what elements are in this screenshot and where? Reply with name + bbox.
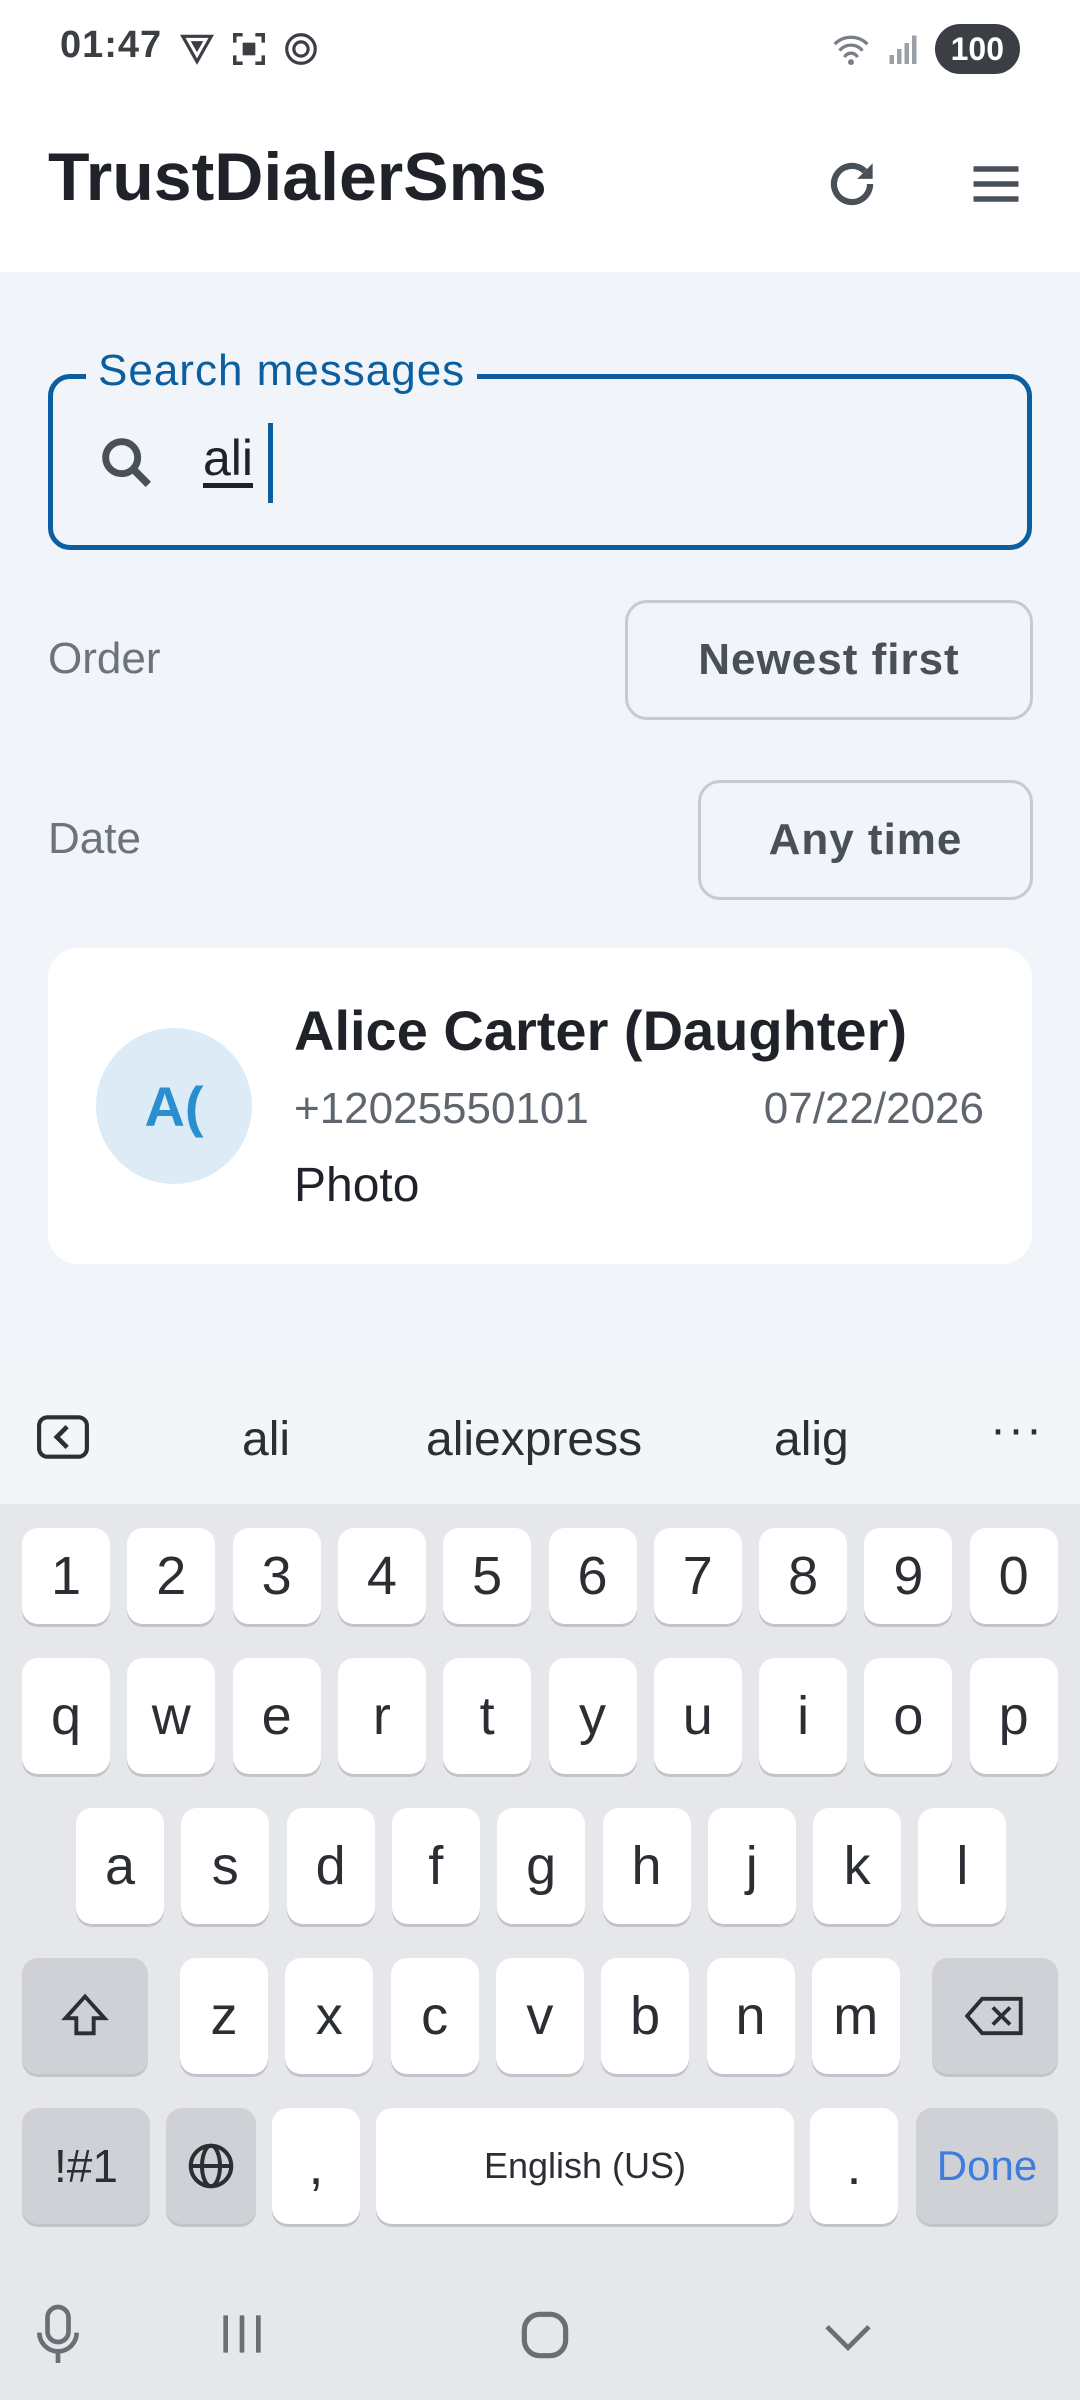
status-bar: 01:47 100 <box>0 0 1080 96</box>
hamburger-menu-icon <box>973 166 1019 202</box>
message-result-card[interactable]: A( Alice Carter (Daughter) +12025550101 … <box>48 948 1032 1264</box>
key-u[interactable]: u <box>653 1658 742 1774</box>
key-4[interactable]: 4 <box>337 1528 426 1624</box>
keyboard: ali aliexpress alig ··· 1234567890qwerty… <box>0 1372 1080 2400</box>
search-input[interactable]: ali <box>48 374 1032 550</box>
shift-icon <box>61 1993 109 2036</box>
order-label: Order <box>48 634 161 683</box>
key-c[interactable]: c <box>390 1958 479 2074</box>
key-9[interactable]: 9 <box>864 1528 953 1624</box>
status-time: 01:47 <box>60 24 163 66</box>
contact-name: Alice Carter (Daughter) <box>294 999 908 1062</box>
key-i[interactable]: i <box>759 1658 848 1774</box>
key-v[interactable]: v <box>495 1958 584 2074</box>
key-0[interactable]: 0 <box>969 1528 1058 1624</box>
keyboard-collapse-icon[interactable] <box>36 1414 90 1460</box>
symbols-key[interactable]: !#1 <box>22 2108 150 2224</box>
key-3[interactable]: 3 <box>232 1528 321 1624</box>
key-h[interactable]: h <box>602 1808 691 1924</box>
key-5[interactable]: 5 <box>443 1528 532 1624</box>
recent-apps-icon[interactable] <box>214 2306 270 2362</box>
search-icon <box>102 438 151 487</box>
openai-icon <box>285 33 317 65</box>
language-key[interactable] <box>166 2108 256 2224</box>
avatar: A( <box>96 1028 252 1184</box>
key-b[interactable]: b <box>601 1958 690 2074</box>
navigation-bar <box>0 2270 1080 2400</box>
back-chevron-icon[interactable] <box>818 2308 878 2364</box>
microphone-icon[interactable] <box>30 2302 86 2368</box>
shift-key[interactable] <box>22 1958 148 2074</box>
key-t[interactable]: t <box>443 1658 532 1774</box>
search-input-value[interactable]: ali <box>203 429 253 487</box>
search-label: Search messages <box>86 346 478 396</box>
refresh-icon <box>830 162 874 206</box>
globe-icon <box>188 2143 234 2189</box>
key-z[interactable]: z <box>180 1958 268 2074</box>
period-key[interactable]: . <box>810 2108 898 2224</box>
status-right: 100 <box>831 24 1020 74</box>
key-n[interactable]: n <box>706 1958 795 2074</box>
refresh-button[interactable] <box>810 142 894 226</box>
key-f[interactable]: f <box>391 1808 480 1924</box>
key-1[interactable]: 1 <box>22 1528 110 1624</box>
key-s[interactable]: s <box>181 1808 270 1924</box>
key-y[interactable]: y <box>548 1658 637 1774</box>
vpn-shield-icon <box>180 34 214 65</box>
order-button[interactable]: Newest first <box>625 600 1033 720</box>
key-g[interactable]: g <box>497 1808 586 1924</box>
menu-button[interactable] <box>954 142 1038 226</box>
date-filter-button[interactable]: Any time <box>698 780 1033 900</box>
space-key[interactable]: English (US) <box>376 2108 794 2224</box>
home-icon[interactable] <box>514 2304 576 2366</box>
key-r[interactable]: r <box>337 1658 426 1774</box>
text-caret <box>268 423 273 503</box>
key-2[interactable]: 2 <box>127 1528 216 1624</box>
done-key[interactable]: Done <box>916 2108 1058 2224</box>
key-o[interactable]: o <box>864 1658 953 1774</box>
key-k[interactable]: k <box>813 1808 902 1924</box>
suggestion-bar: ali aliexpress alig ··· <box>0 1372 1080 1504</box>
suggestion-1[interactable]: ali <box>242 1412 290 1467</box>
key-j[interactable]: j <box>707 1808 796 1924</box>
app-bar: TrustDialerSms <box>0 96 1080 272</box>
key-8[interactable]: 8 <box>759 1528 848 1624</box>
message-date: 07/22/2026 <box>763 1084 984 1133</box>
key-7[interactable]: 7 <box>653 1528 742 1624</box>
key-6[interactable]: 6 <box>548 1528 637 1624</box>
key-m[interactable]: m <box>811 1958 900 2074</box>
contact-phone: +12025550101 <box>294 1084 589 1133</box>
key-p[interactable]: p <box>969 1658 1058 1774</box>
comma-key[interactable]: , <box>272 2108 360 2224</box>
suggestion-3[interactable]: alig <box>774 1412 849 1467</box>
suggestion-2[interactable]: aliexpress <box>426 1412 642 1467</box>
status-left-icons <box>178 30 320 68</box>
backspace-icon <box>965 1996 1023 2036</box>
date-label: Date <box>48 814 141 863</box>
key-x[interactable]: x <box>285 1958 374 2074</box>
battery-indicator: 100 <box>934 24 1020 74</box>
key-d[interactable]: d <box>286 1808 375 1924</box>
message-preview: Photo <box>294 1159 420 1212</box>
wifi-icon <box>833 35 869 66</box>
signal-icon <box>889 35 917 64</box>
more-suggestions-button[interactable]: ··· <box>990 1402 1044 1457</box>
key-l[interactable]: l <box>918 1808 1007 1924</box>
backspace-key[interactable] <box>932 1958 1058 2074</box>
key-w[interactable]: w <box>127 1658 216 1774</box>
key-a[interactable]: a <box>76 1808 164 1924</box>
app-title: TrustDialerSms <box>48 139 547 215</box>
key-e[interactable]: e <box>232 1658 321 1774</box>
screenshot-icon <box>233 33 265 65</box>
key-q[interactable]: q <box>22 1658 110 1774</box>
